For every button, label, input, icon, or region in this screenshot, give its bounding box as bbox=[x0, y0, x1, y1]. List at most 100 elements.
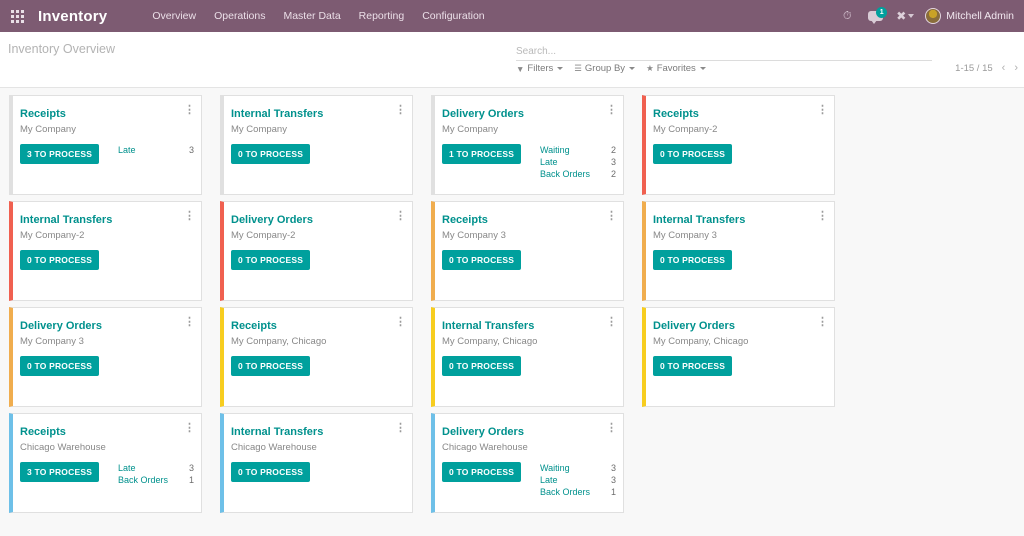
kanban-card-subtitle: Chicago Warehouse bbox=[20, 442, 106, 453]
kebab-menu-icon[interactable]: ⋮ bbox=[817, 213, 828, 220]
kanban-stat-row[interactable]: Back Orders2 bbox=[540, 168, 616, 180]
to-process-button[interactable]: 0 TO PROCESS bbox=[653, 356, 732, 376]
search-view bbox=[516, 41, 932, 61]
to-process-button[interactable]: 0 TO PROCESS bbox=[231, 356, 310, 376]
kanban-card[interactable]: Delivery OrdersMy Company-2⋮0 TO PROCESS bbox=[220, 201, 413, 301]
kanban-stat-label: Late bbox=[118, 144, 136, 156]
kanban-card[interactable]: ReceiptsMy Company 3⋮0 TO PROCESS bbox=[431, 201, 624, 301]
kanban-card[interactable]: Internal TransfersChicago Warehouse⋮0 TO… bbox=[220, 413, 413, 513]
kanban-card-subtitle: My Company-2 bbox=[20, 230, 84, 241]
kebab-menu-icon[interactable]: ⋮ bbox=[606, 213, 617, 220]
filter-icon: ▼ bbox=[516, 64, 524, 74]
kanban-stat-value: 3 bbox=[189, 462, 194, 474]
control-panel: Inventory Overview ▼ Filters ☰ Group By … bbox=[0, 32, 1024, 88]
kanban-card[interactable]: ReceiptsMy Company, Chicago⋮0 TO PROCESS bbox=[220, 307, 413, 407]
kanban-card-stats: Waiting2Late3Back Orders2 bbox=[540, 144, 616, 180]
kebab-menu-icon[interactable]: ⋮ bbox=[395, 319, 406, 326]
to-process-button[interactable]: 3 TO PROCESS bbox=[20, 144, 99, 164]
kanban-card-subtitle: My Company 3 bbox=[20, 336, 84, 347]
kanban-card[interactable]: Delivery OrdersChicago Warehouse⋮0 TO PR… bbox=[431, 413, 624, 513]
kanban-stat-row[interactable]: Waiting3 bbox=[540, 462, 616, 474]
kebab-menu-icon[interactable]: ⋮ bbox=[817, 107, 828, 114]
to-process-button[interactable]: 0 TO PROCESS bbox=[442, 356, 521, 376]
to-process-button[interactable]: 0 TO PROCESS bbox=[231, 462, 310, 482]
kebab-menu-icon[interactable]: ⋮ bbox=[184, 107, 195, 114]
to-process-button[interactable]: 0 TO PROCESS bbox=[231, 144, 310, 164]
user-name-label: Mitchell Admin bbox=[946, 10, 1014, 22]
user-menu-button[interactable]: Mitchell Admin bbox=[921, 8, 1020, 24]
breadcrumb: Inventory Overview bbox=[8, 42, 115, 56]
kanban-card[interactable]: Internal Transfers My Company-2 ⋮ 0 TO PROC… bbox=[9, 201, 202, 301]
kanban-card-stats: Waiting3Late3Back Orders1 bbox=[540, 462, 616, 498]
kanban-card[interactable]: Delivery OrdersMy Company, Chicago⋮0 TO … bbox=[642, 307, 835, 407]
kebab-menu-icon[interactable]: ⋮ bbox=[395, 425, 406, 432]
favorites-dropdown[interactable]: ★ Favorites bbox=[646, 63, 706, 74]
kebab-menu-icon[interactable]: ⋮ bbox=[817, 319, 828, 326]
chevron-right-icon[interactable]: › bbox=[1014, 63, 1018, 74]
to-process-button[interactable]: 0 TO PROCESS bbox=[442, 250, 521, 270]
kanban-card[interactable]: ReceiptsChicago Warehouse⋮3 TO PROCESSLa… bbox=[9, 413, 202, 513]
kanban-card-subtitle: Chicago Warehouse bbox=[231, 442, 317, 453]
to-process-button[interactable]: 0 TO PROCESS bbox=[20, 250, 99, 270]
app-brand-title[interactable]: Inventory bbox=[34, 8, 117, 25]
kanban-card[interactable]: Internal TransfersMy Company, Chicago⋮0 … bbox=[431, 307, 624, 407]
menu-item-master-data[interactable]: Master Data bbox=[274, 4, 349, 28]
kanban-card-title: Receipts bbox=[442, 214, 488, 226]
messages-button[interactable]: 1 bbox=[861, 0, 889, 32]
menu-item-overview[interactable]: Overview bbox=[143, 4, 205, 28]
to-process-button[interactable]: 0 TO PROCESS bbox=[442, 462, 521, 482]
kanban-card-title: Internal Transfers bbox=[20, 214, 112, 226]
menu-item-operations[interactable]: Operations bbox=[205, 4, 274, 28]
kanban-card-stats: Late3Back Orders1 bbox=[118, 462, 194, 486]
kanban-card[interactable]: Internal TransfersMy Company 3⋮0 TO PROC… bbox=[642, 201, 835, 301]
kanban-card-subtitle: My Company bbox=[442, 124, 498, 135]
kanban-stat-row[interactable]: Late3 bbox=[540, 156, 616, 168]
search-input[interactable] bbox=[516, 44, 932, 61]
kanban-stat-value: 2 bbox=[611, 144, 616, 156]
apps-menu-button[interactable] bbox=[0, 0, 34, 32]
kanban-stat-label: Back Orders bbox=[540, 168, 590, 180]
kanban-stat-row[interactable]: Late3 bbox=[118, 462, 194, 474]
group-by-icon: ☰ bbox=[574, 63, 582, 74]
to-process-button[interactable]: 0 TO PROCESS bbox=[231, 250, 310, 270]
chevron-down-icon bbox=[908, 14, 914, 18]
kebab-menu-icon[interactable]: ⋮ bbox=[606, 425, 617, 432]
chevron-left-icon[interactable]: ‹ bbox=[1002, 63, 1006, 74]
kebab-menu-icon[interactable]: ⋮ bbox=[395, 107, 406, 114]
kanban-card-subtitle: Chicago Warehouse bbox=[442, 442, 528, 453]
kebab-menu-icon[interactable]: ⋮ bbox=[184, 319, 195, 326]
kebab-menu-icon[interactable]: ⋮ bbox=[395, 213, 406, 220]
to-process-button[interactable]: 0 TO PROCESS bbox=[20, 356, 99, 376]
kanban-stat-label: Back Orders bbox=[118, 474, 168, 486]
kebab-menu-icon[interactable]: ⋮ bbox=[184, 213, 195, 220]
kanban-stat-row[interactable]: Late3 bbox=[540, 474, 616, 486]
pager-range: 1-15 / 15 bbox=[955, 63, 993, 74]
kanban-card[interactable]: Delivery OrdersMy Company 3⋮0 TO PROCESS bbox=[9, 307, 202, 407]
clock-icon[interactable]: ⏱ bbox=[836, 0, 858, 32]
chevron-down-icon bbox=[700, 67, 706, 70]
kanban-card-subtitle: My Company-2 bbox=[231, 230, 295, 241]
kanban-card-title: Internal Transfers bbox=[231, 108, 323, 120]
to-process-button[interactable]: 0 TO PROCESS bbox=[653, 250, 732, 270]
kebab-menu-icon[interactable]: ⋮ bbox=[606, 107, 617, 114]
menu-item-reporting[interactable]: Reporting bbox=[350, 4, 414, 28]
activities-button[interactable]: ✖ bbox=[892, 9, 918, 23]
group-by-dropdown[interactable]: ☰ Group By bbox=[574, 63, 635, 74]
to-process-button[interactable]: 3 TO PROCESS bbox=[20, 462, 99, 482]
kanban-board: ReceiptsMy Company⋮3 TO PROCESSLate3Inte… bbox=[0, 88, 1024, 519]
kanban-card[interactable]: ReceiptsMy Company-2⋮0 TO PROCESS bbox=[642, 95, 835, 195]
kebab-menu-icon[interactable]: ⋮ bbox=[184, 425, 195, 432]
kanban-stat-row[interactable]: Back Orders1 bbox=[540, 486, 616, 498]
kanban-stat-row[interactable]: Waiting2 bbox=[540, 144, 616, 156]
to-process-button[interactable]: 1 TO PROCESS bbox=[442, 144, 521, 164]
kanban-card[interactable]: ReceiptsMy Company⋮3 TO PROCESSLate3 bbox=[9, 95, 202, 195]
kanban-stat-row[interactable]: Back Orders1 bbox=[118, 474, 194, 486]
to-process-button[interactable]: 0 TO PROCESS bbox=[653, 144, 732, 164]
menu-item-configuration[interactable]: Configuration bbox=[413, 4, 493, 28]
kanban-card-title: Receipts bbox=[20, 108, 66, 120]
kanban-stat-row[interactable]: Late3 bbox=[118, 144, 194, 156]
filters-dropdown[interactable]: ▼ Filters bbox=[516, 63, 563, 74]
kanban-card[interactable]: Delivery OrdersMy Company⋮1 TO PROCESSWa… bbox=[431, 95, 624, 195]
kanban-card[interactable]: Internal TransfersMy Company⋮0 TO PROCES… bbox=[220, 95, 413, 195]
kebab-menu-icon[interactable]: ⋮ bbox=[606, 319, 617, 326]
